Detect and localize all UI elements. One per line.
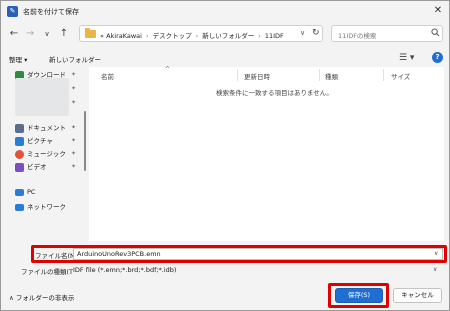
address-dropdown-icon[interactable]: ∨ — [300, 29, 305, 37]
pin-icon: ✦ — [71, 150, 77, 157]
folder-icon — [85, 28, 96, 38]
sidebar-item-music[interactable]: ミュージック — [15, 148, 66, 159]
breadcrumb: « AkiraKawai › デスクトップ › 新しいフォルダー › 11IDF — [100, 30, 284, 40]
recent-locations-icon[interactable]: ∨ — [41, 28, 53, 40]
column-header-name[interactable]: 名前 — [101, 71, 114, 81]
address-bar[interactable]: « AkiraKawai › デスクトップ › 新しいフォルダー › 11IDF ∨ ↻ — [79, 25, 323, 42]
search-box[interactable]: 11IDFの検索 — [331, 25, 443, 42]
save-as-dialog: ✎ 名前を付けて保存 ✕ ← → ∨ ↑ « AkiraKawai › デスクトップ… — [0, 0, 450, 311]
breadcrumb-item-current[interactable]: 11IDF — [265, 32, 284, 40]
column-divider[interactable] — [237, 69, 238, 81]
hide-folders-toggle[interactable]: ∧ フォルダーの非表示 — [9, 292, 74, 302]
sidebar-item-videos[interactable]: ビデオ — [15, 161, 47, 172]
filetype-label: ファイルの種類(T): — [21, 268, 78, 276]
breadcrumb-overflow[interactable]: « — [100, 32, 104, 40]
navigation-pane: ダウンロード ✦ ✦ ✦ ドキュメント ✦ ピクチャ ✦ ミュージック ✦ ビデ… — [1, 67, 88, 241]
filetype-select[interactable]: IDF file (*.emn;*.brd;*.bdf;*.idb) ∨ — [73, 264, 443, 276]
sidebar-item-pc[interactable]: PC — [15, 188, 35, 196]
back-arrow-icon[interactable]: ← — [8, 28, 20, 40]
column-header-size[interactable]: サイズ — [391, 71, 410, 81]
pin-icon: ✦ — [71, 163, 77, 170]
redacted-sidebar-items — [15, 78, 69, 116]
filetype-dropdown-icon[interactable]: ∨ — [433, 266, 437, 273]
sidebar-item-network[interactable]: ネットワーク — [15, 201, 66, 211]
breadcrumb-item-user[interactable]: AkiraKawai — [106, 32, 142, 40]
save-button-highlight — [328, 283, 389, 308]
app-icon: ✎ — [7, 6, 18, 17]
title-bar: ✎ 名前を付けて保存 ✕ — [1, 1, 449, 23]
filename-highlight — [31, 245, 447, 263]
pin-icon: ✦ — [71, 124, 77, 131]
pin-icon: ✦ — [71, 85, 77, 92]
help-icon[interactable]: ? — [432, 52, 443, 63]
pin-icon: ✦ — [71, 71, 77, 78]
breadcrumb-item-desktop[interactable]: デスクトップ — [153, 32, 192, 40]
search-placeholder: 11IDFの検索 — [338, 32, 377, 40]
close-icon[interactable]: ✕ — [431, 4, 445, 18]
document-icon — [15, 123, 24, 133]
filetype-value: IDF file (*.emn;*.brd;*.bdf;*.idb) — [73, 266, 177, 274]
pin-icon: ✦ — [71, 99, 77, 106]
new-folder-button[interactable]: 新しいフォルダー — [49, 54, 101, 64]
breadcrumb-separator: › — [258, 32, 261, 40]
pin-icon: ✦ — [71, 137, 77, 144]
column-header-type[interactable]: 種類 — [325, 71, 338, 81]
window-title: 名前を付けて保存 — [23, 8, 79, 16]
view-options-icon[interactable]: ☰ ▾ — [399, 53, 414, 63]
organize-button[interactable]: 整理 ▾ — [9, 54, 27, 64]
sidebar-scrollbar[interactable] — [84, 111, 86, 171]
breadcrumb-separator: › — [195, 32, 199, 40]
video-icon — [15, 162, 24, 172]
network-icon — [15, 203, 24, 211]
sort-ascending-icon: ^ — [165, 66, 171, 73]
up-arrow-icon[interactable]: ↑ — [58, 28, 70, 40]
file-list: ^ 名前 更新日時 種類 サイズ 検索条件に一致する項目はありません。 — [89, 66, 444, 241]
sidebar-item-pictures[interactable]: ピクチャ — [15, 135, 53, 146]
music-icon — [15, 149, 24, 159]
forward-arrow-icon[interactable]: → — [24, 28, 36, 40]
sidebar-item-documents[interactable]: ドキュメント — [15, 122, 66, 133]
column-header-modified[interactable]: 更新日時 — [244, 71, 270, 81]
refresh-icon[interactable]: ↻ — [312, 28, 320, 38]
search-icon — [431, 28, 440, 37]
pc-icon — [15, 188, 24, 196]
empty-message: 検索条件に一致する項目はありません。 — [216, 89, 333, 97]
column-divider[interactable] — [319, 69, 320, 81]
column-divider[interactable] — [383, 69, 384, 81]
breadcrumb-separator: › — [145, 32, 149, 40]
picture-icon — [15, 136, 24, 146]
breadcrumb-item-new-folder[interactable]: 新しいフォルダー — [202, 32, 254, 40]
cancel-button[interactable]: キャンセル — [393, 288, 442, 303]
